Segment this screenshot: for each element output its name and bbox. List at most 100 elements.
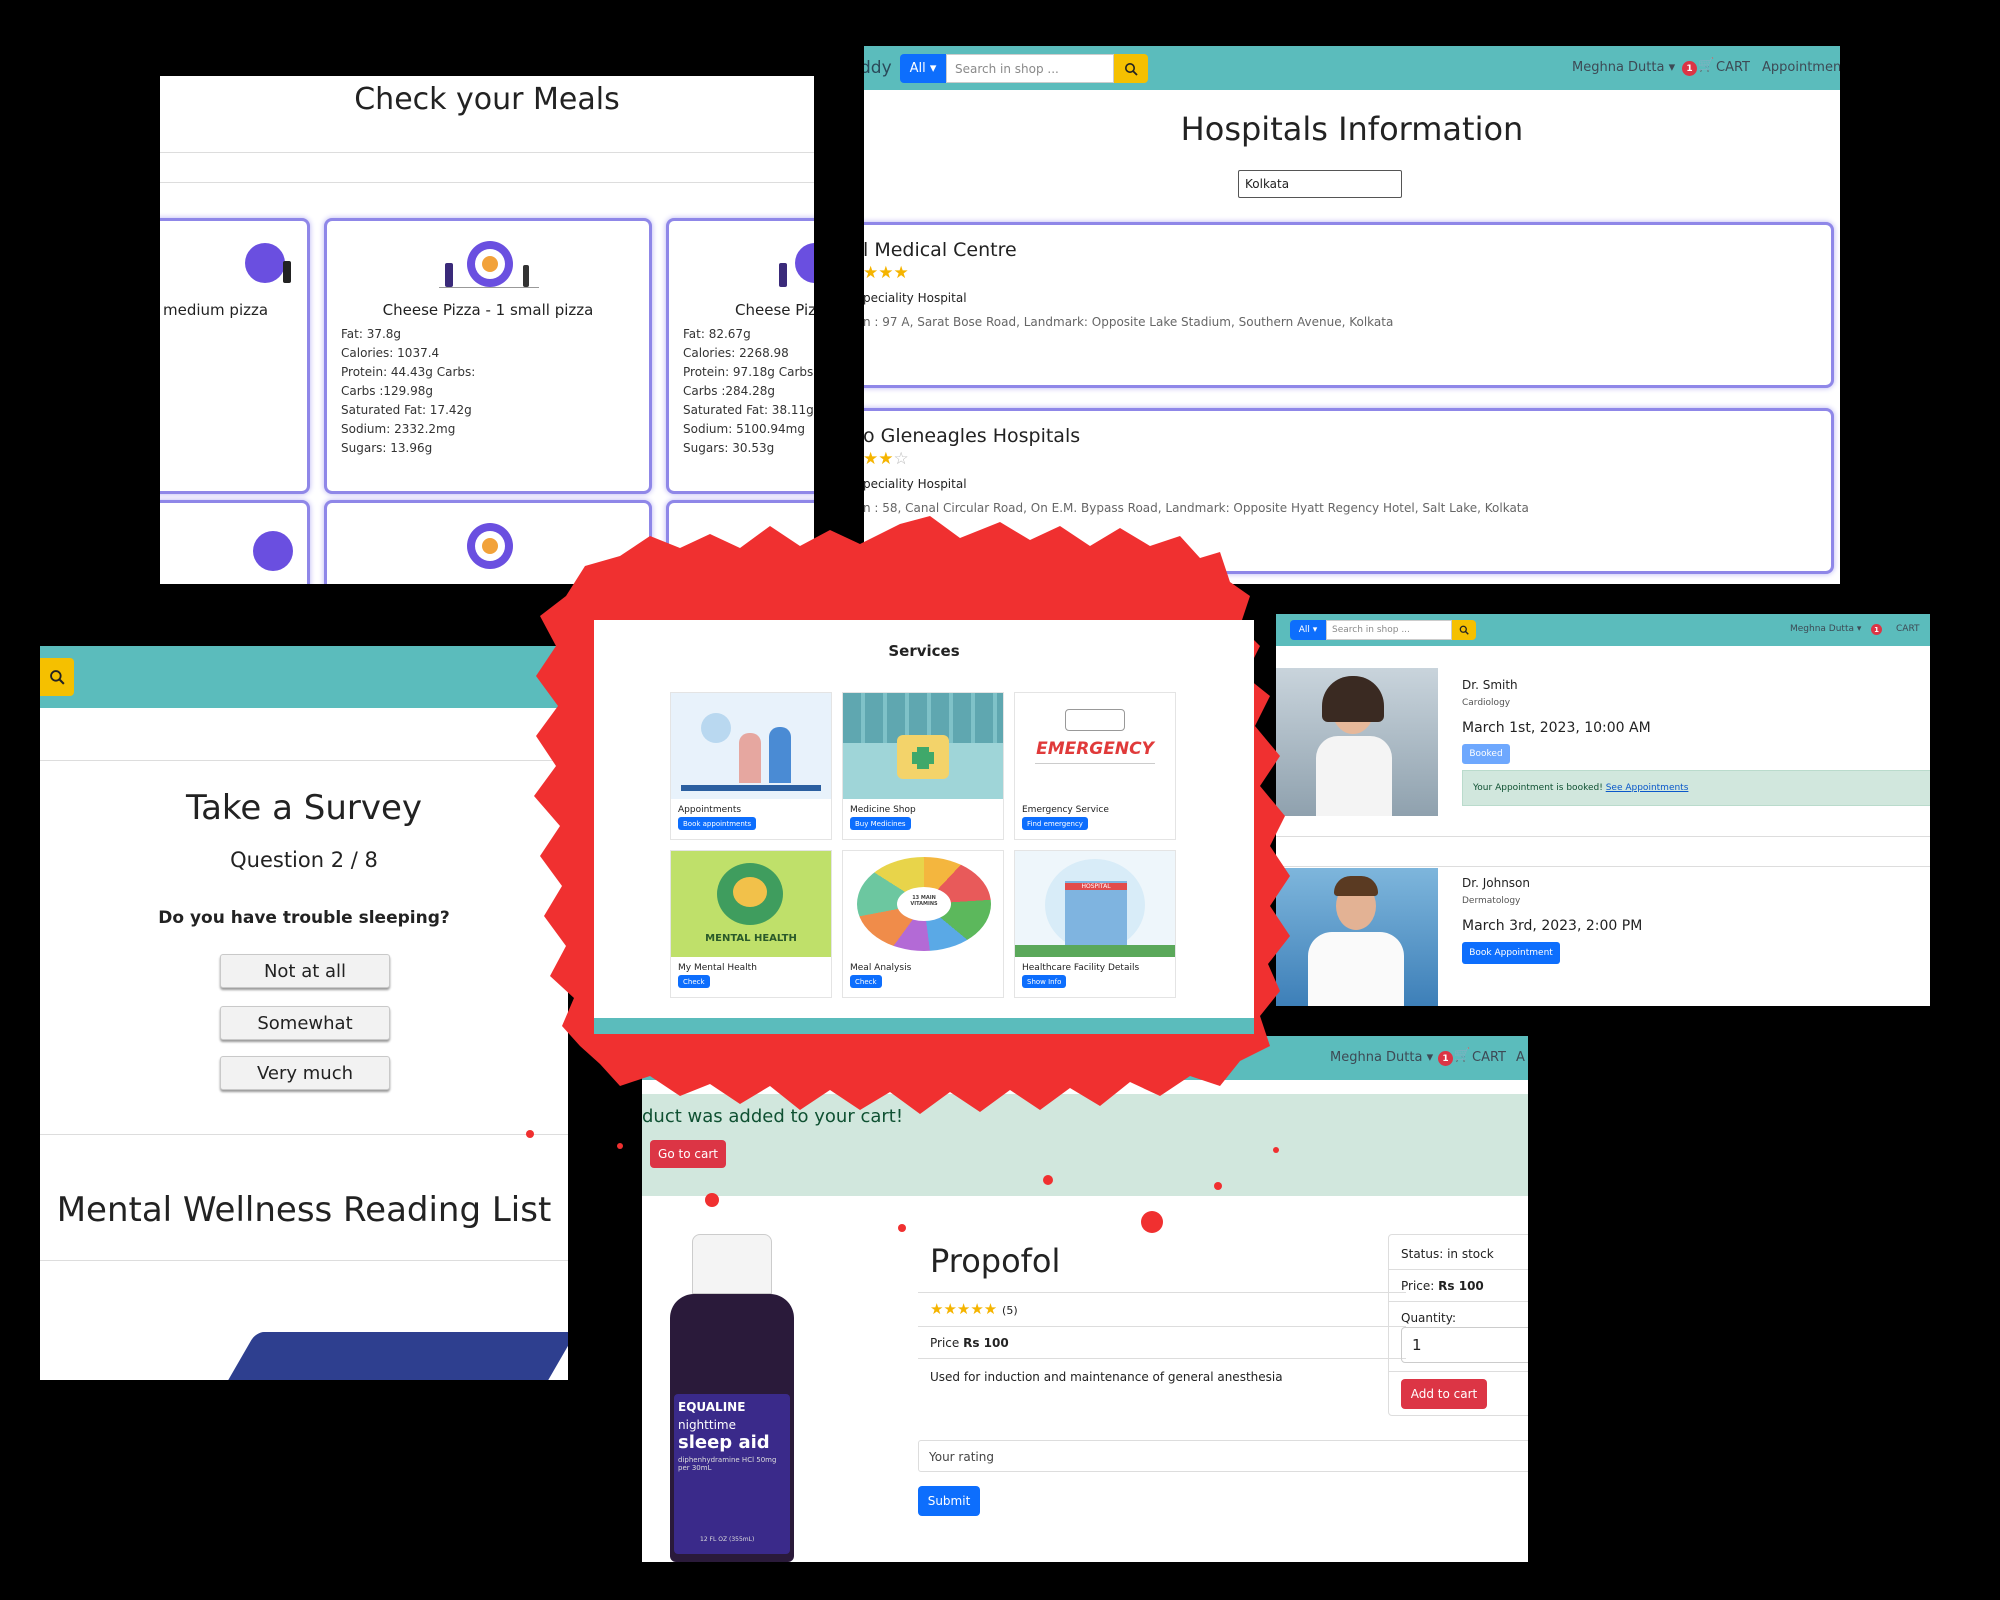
search-button[interactable] [1452, 620, 1476, 640]
find-emergency-button[interactable]: Find emergency [1022, 817, 1088, 830]
cart-count-badge: 1 [1871, 624, 1882, 635]
user-name: Meghna Dutta [1572, 60, 1665, 75]
book-appointments-button[interactable]: Book appointments [678, 817, 757, 830]
check-meal-analysis-button[interactable]: Check [850, 975, 882, 988]
category-all-label: All [909, 61, 926, 76]
quantity-input[interactable]: 1 [1401, 1327, 1528, 1363]
vitamins-illustration: 13 MAIN VITAMINS [843, 851, 1003, 957]
search-button[interactable] [40, 658, 74, 696]
submit-button[interactable]: Submit [918, 1486, 980, 1516]
cart-link[interactable]: CART [1472, 1050, 1506, 1065]
purchase-box: Status: in stock Price: Rs 100 Quantity:… [1388, 1234, 1528, 1416]
meal-calories: Calories: 2268.98 [683, 346, 789, 360]
meal-sodium: Sodium: 5100.94mg [683, 422, 805, 436]
navbar: All ▾ Search in shop ... Meghna Dutta ▾ … [1276, 614, 1930, 646]
brand-name[interactable]: ddy [864, 58, 892, 78]
survey-option-somewhat[interactable]: Somewhat [220, 1006, 390, 1040]
cart-icon[interactable]: 🛒 [1454, 1048, 1470, 1063]
service-label: Medicine Shop [850, 805, 916, 815]
meal-protein: Protein: 97.18g Carbs: [683, 365, 814, 379]
booking-alert-text: Your Appointment is booked! [1473, 783, 1603, 793]
meal-card[interactable]: Cheese Pizza - 1 small pizza Fat: 37.8g … [324, 218, 652, 494]
mental-health-illustration: MENTAL HEALTH [671, 851, 831, 957]
doctor-specialty: Cardiology [1462, 698, 1511, 708]
appointments-illustration [671, 693, 831, 799]
cart-icon[interactable]: 🛒 [1698, 58, 1714, 73]
buy-medicines-button[interactable]: Buy Medicines [850, 817, 911, 830]
cart-link[interactable]: CART [1896, 624, 1920, 634]
emergency-art-text: EMERGENCY [1036, 739, 1154, 759]
hospital-illustration: HOSPITAL [1015, 851, 1175, 957]
purchase-divider [1389, 1371, 1528, 1372]
survey-option-very-much[interactable]: Very much [220, 1056, 390, 1090]
meal-card[interactable] [160, 500, 310, 584]
search-input[interactable]: Search in shop ... [1326, 620, 1452, 640]
meal-sugars: Sugars: 13.96g [341, 441, 433, 455]
bottle-foot: 12 FL OZ (355mL) [700, 1536, 755, 1543]
appointments-link[interactable]: Appointmen [1762, 60, 1840, 75]
meals-divider [160, 182, 814, 183]
product-title: Propofol [930, 1242, 1061, 1280]
rating-count: (5) [1002, 1304, 1018, 1317]
appointments-link[interactable]: A [1516, 1050, 1525, 1065]
doctor-divider [1276, 866, 1930, 867]
meal-fat: Fat: 82.67g [683, 327, 751, 341]
meal-sodium: Sodium: 2332.2mg [341, 422, 456, 436]
city-input[interactable]: Kolkata [1238, 170, 1402, 198]
rating-input[interactable]: Your rating [918, 1440, 1528, 1472]
book-appointment-button[interactable]: Book Appointment [1462, 942, 1560, 964]
see-appointments-link[interactable]: See Appointments [1606, 783, 1689, 793]
booked-button[interactable]: Booked [1462, 744, 1510, 764]
search-icon [1459, 625, 1469, 635]
doctor-specialty: Dermatology [1462, 896, 1521, 906]
product-divider [918, 1326, 1406, 1327]
user-menu[interactable]: Meghna Dutta ▾ [1790, 624, 1861, 634]
survey-title: Take a Survey [185, 788, 423, 828]
search-placeholder: Search in shop ... [1332, 625, 1410, 635]
meal-card[interactable]: medium pizza [160, 218, 310, 494]
meal-fat: Fat: 37.8g [341, 327, 402, 341]
booking-alert: Your Appointment is booked! See Appointm… [1462, 770, 1930, 806]
cart-count-badge: 1 [1682, 61, 1697, 76]
check-mental-health-button[interactable]: Check [678, 975, 710, 988]
meal-calories: Calories: 1037.4 [341, 346, 440, 360]
doctors-panel: All ▾ Search in shop ... Meghna Dutta ▾ … [1276, 614, 1930, 1006]
add-to-cart-button[interactable]: Add to cart [1401, 1379, 1487, 1409]
meal-card[interactable]: Cheese Pizz Fat: 82.67g Calories: 2268.9… [666, 218, 814, 494]
star-icon: ★ [864, 449, 879, 469]
quantity-label: Quantity: [1401, 1311, 1457, 1325]
cart-link[interactable]: CART [1716, 60, 1750, 75]
user-menu[interactable]: Meghna Dutta ▾ [1572, 60, 1675, 75]
bottle-sub: diphenhydramine HCl 50mg per 30mL [678, 1456, 777, 1472]
meal-name: Cheese Pizz [735, 301, 814, 319]
service-card-appointments[interactable]: Appointments Book appointments [670, 692, 832, 840]
search-input[interactable]: Search in shop ... [946, 54, 1114, 83]
user-menu[interactable]: Meghna Dutta ▾ [1330, 1050, 1433, 1065]
survey-progress: Question 2 / 8 [230, 848, 378, 872]
meal-sat-fat: Saturated Fat: 17.42g [341, 403, 472, 417]
star-icon: ★★★★★ [930, 1300, 998, 1318]
meal-icon [779, 241, 814, 287]
meal-protein: Protein: 44.43g Carbs: [341, 365, 476, 379]
purchase-divider [1389, 1301, 1528, 1302]
service-card-healthcare-facility[interactable]: HOSPITAL Healthcare Facility Details Sho… [1014, 850, 1176, 998]
category-all-button[interactable]: All ▾ [900, 54, 946, 83]
product-divider [918, 1292, 1406, 1293]
search-button[interactable] [1114, 54, 1148, 83]
show-info-button[interactable]: Show Info [1022, 975, 1067, 988]
bottle-name: sleep aid [678, 1432, 770, 1453]
meal-nutrients: Fat: 82.67g Calories: 2268.98 Protein: 9… [683, 325, 814, 458]
hospital-card[interactable]: l Medical Centre ★★★ peciality Hospital … [864, 222, 1834, 388]
doctor-name: Dr. Smith [1462, 678, 1518, 692]
meal-icon [439, 241, 539, 291]
service-card-meal-analysis[interactable]: 13 MAIN VITAMINS Meal Analysis Check [842, 850, 1004, 998]
search-placeholder: Search in shop ... [955, 61, 1059, 76]
user-name: Meghna Dutta [1330, 1050, 1423, 1065]
doctor-name: Dr. Johnson [1462, 876, 1530, 890]
survey-option-not-at-all[interactable]: Not at all [220, 954, 390, 988]
service-card-emergency[interactable]: EMERGENCY Emergency Service Find emergen… [1014, 692, 1176, 840]
meal-sat-fat: Saturated Fat: 38.11g [683, 403, 814, 417]
cart-count-badge: 1 [1438, 1051, 1453, 1066]
service-card-medicine-shop[interactable]: Medicine Shop Buy Medicines [842, 692, 1004, 840]
service-card-mental-health[interactable]: MENTAL HEALTH My Mental Health Check [670, 850, 832, 998]
